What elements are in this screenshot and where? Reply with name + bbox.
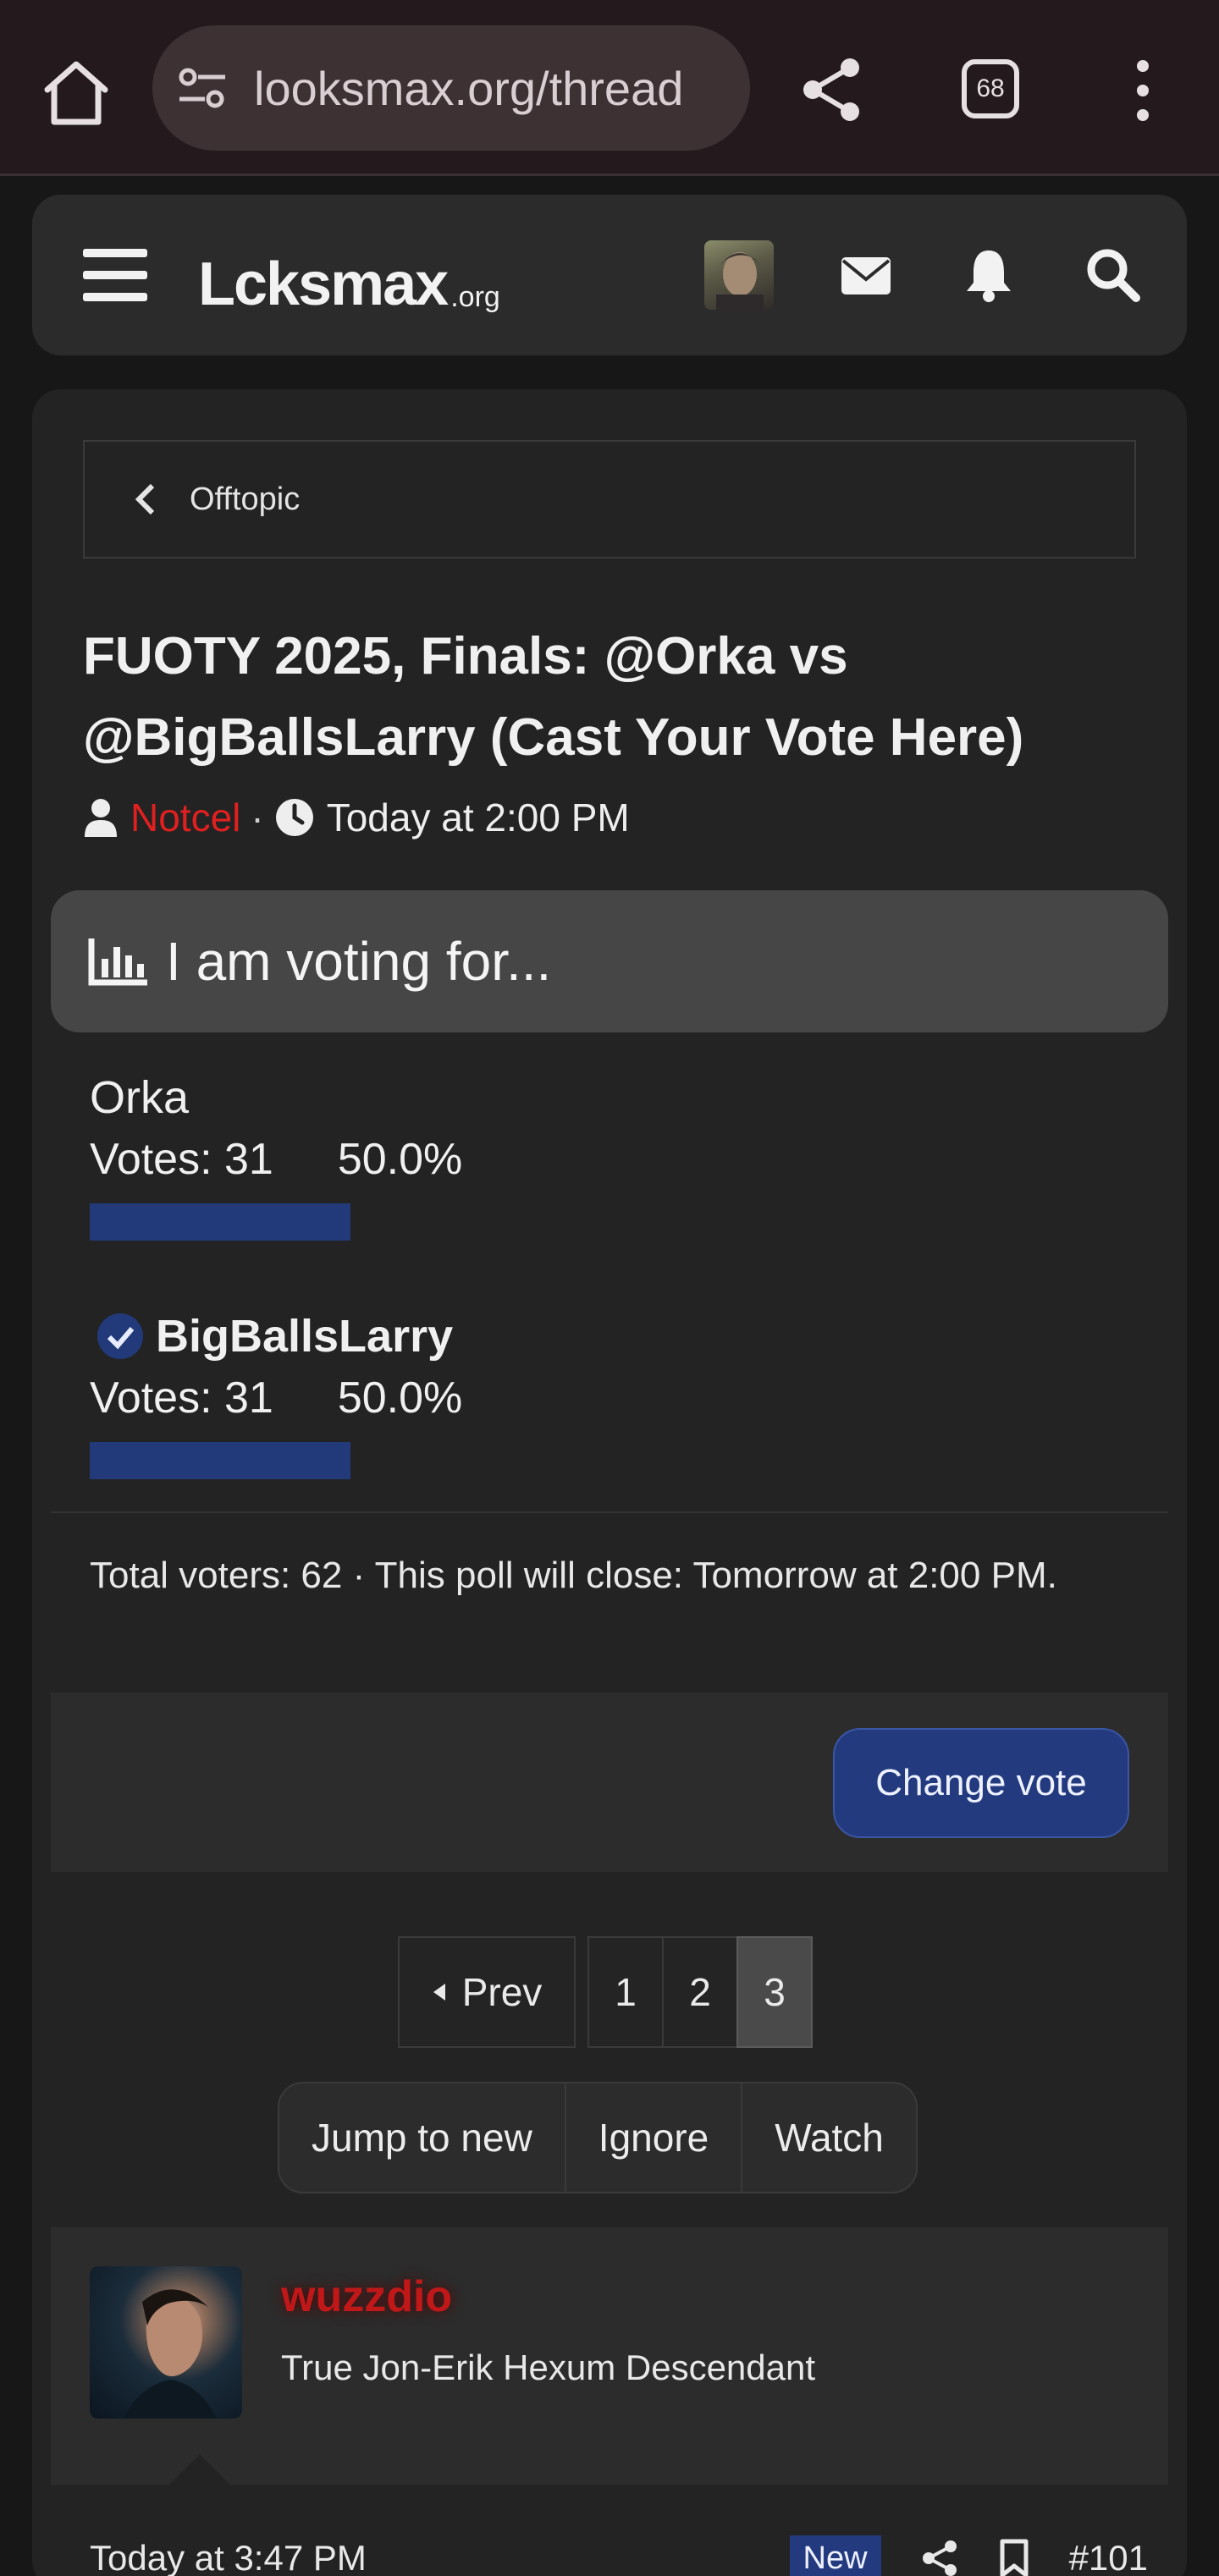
post-number[interactable]: #101 [1069,2538,1148,2576]
post-user-title: True Jon-Erik Hexum Descendant [281,2348,816,2387]
url-text[interactable]: looksmax.org/thread [254,61,683,116]
search-icon[interactable] [1085,247,1141,303]
prev-label: Prev [461,1970,543,2014]
page-button-3[interactable]: 3 [736,1936,813,2048]
new-badge: New [789,2535,881,2576]
post-time[interactable]: Today at 3:47 PM [90,2538,790,2576]
post-username[interactable]: wuzzdio [281,2271,452,2322]
page-title: FUOTY 2025, Finals: @Orka vs @BigBallsLa… [83,627,1024,767]
home-icon[interactable] [41,59,112,127]
url-bar[interactable]: looksmax.org/thread [152,25,750,151]
poll-footer: Total voters: 62 · This poll will close:… [90,1555,1057,1596]
poll-header: I am voting for... [51,890,1168,1032]
poll-option-name-row: BigBallsLarry [90,1307,852,1366]
share-icon[interactable] [799,56,863,124]
meta-separator: · [251,795,264,839]
thread-author[interactable]: Notcel [130,795,240,840]
ignore-button[interactable]: Ignore [564,2083,741,2192]
mail-icon[interactable] [840,250,892,300]
poll-option-name: Orka [90,1072,190,1123]
check-circle-icon [97,1313,143,1359]
poll-option: Orka Votes: 31 50.0% [90,1068,852,1241]
poll-bar-fill [90,1442,350,1479]
poll-votes-line: Votes: 31 50.0% [90,1373,852,1432]
poll-actions: Change vote [51,1693,1168,1872]
post-user-block: wuzzdio True Jon-Erik Hexum Descendant [51,2227,1168,2485]
thread-actions: Jump to new Ignore Watch [278,2082,918,2193]
poll-option-name: BigBallsLarry [156,1311,454,1362]
post-meta: Today at 3:47 PM New #101 [90,2529,1148,2576]
tab-count: 68 [976,74,1005,102]
chevron-left-icon [135,483,155,515]
bar-chart-icon [88,938,147,986]
poll-votes-line: Votes: 31 50.0% [90,1134,852,1193]
tabs-icon[interactable]: 68 [962,59,1019,118]
pagination: Prev 1 2 3 [398,1936,813,2048]
poll-bar-fill [90,1203,350,1241]
bell-icon[interactable] [963,247,1014,303]
poll-votes: Votes: 31 [90,1373,273,1423]
poll-bar-track [90,1203,611,1241]
poll-option: BigBallsLarry Votes: 31 50.0% [90,1307,852,1479]
clock-icon [275,799,313,836]
watch-button[interactable]: Watch [741,2083,916,2192]
site-settings-icon[interactable] [176,67,229,109]
user-icon [85,799,117,837]
poll-question: I am voting for... [166,931,552,992]
breadcrumb[interactable]: Offtopic [83,440,1136,559]
page-button-1[interactable]: 1 [587,1936,664,2048]
bookmark-icon[interactable] [995,2539,1034,2576]
jump-to-new-button[interactable]: Jump to new [279,2083,565,2192]
more-vert-icon[interactable] [1126,59,1160,122]
share-icon[interactable] [920,2539,959,2576]
change-vote-button[interactable]: Change vote [833,1728,1129,1838]
poll-votes: Votes: 31 [90,1135,273,1184]
hamburger-icon[interactable] [83,247,147,303]
divider [51,1511,1168,1513]
browser-toolbar: looksmax.org/thread 68 [0,0,1219,176]
post-pointer [169,2454,230,2485]
breadcrumb-label[interactable]: Offtopic [190,482,300,518]
poll-percent: 50.0% [337,1135,463,1184]
thread-meta: Notcel · Today at 2:00 PM [83,794,630,841]
thread-time[interactable]: Today at 2:00 PM [327,795,630,840]
avatar[interactable] [90,2266,242,2419]
logo-suffix: .org [450,281,500,314]
page-button-2[interactable]: 2 [662,1936,738,2048]
site-logo[interactable]: Lcksmax .org [198,239,500,315]
poll-percent: 50.0% [337,1373,463,1423]
poll-bar-track [90,1442,611,1479]
caret-left-icon [433,1984,445,2001]
logo-main: Lcksmax [198,250,449,318]
thread-content: Offtopic FUOTY 2025, Finals: @Orka vs @B… [32,389,1187,2576]
prev-page-button[interactable]: Prev [398,1936,576,2048]
avatar[interactable] [704,240,774,310]
site-header: Lcksmax .org [32,195,1187,355]
